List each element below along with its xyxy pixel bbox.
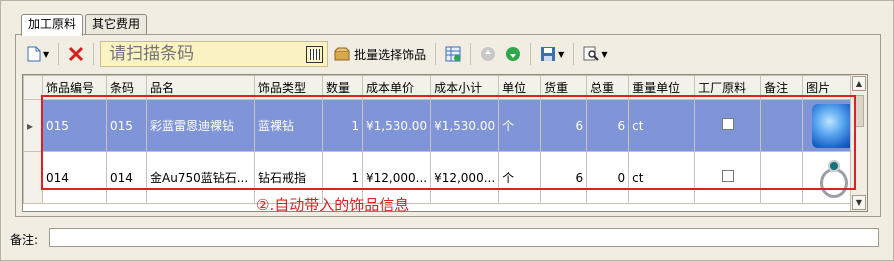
barcode-icon[interactable] [306,45,324,63]
arrow-down-circle-icon [506,47,521,61]
col-header[interactable]: 总重 [586,75,630,100]
separator [435,43,437,65]
cell-goods-weight[interactable]: 6 [540,99,588,152]
window: 加工原料 其它费用 ▼ 批量选择饰品 [0,0,894,261]
vertical-scrollbar[interactable]: ▲ ▼ [850,75,867,211]
separator [58,43,60,65]
barcode-input[interactable] [107,43,298,65]
search-icon [583,46,600,61]
cell-name[interactable]: 金Au750蓝钻石... [146,151,255,204]
batch-select-label: 批量选择饰品 [354,47,427,62]
tab-panel: ▼ 批量选择饰品 [15,34,881,217]
col-header[interactable]: 重量单位 [628,75,696,100]
cell-code[interactable]: 014 [42,151,107,204]
remark-input[interactable] [49,228,879,247]
chevron-down-icon[interactable]: ▼ [601,50,607,59]
col-header[interactable]: 成本小计 [430,75,500,100]
barcode-scan-field[interactable] [100,41,329,67]
table-row[interactable]: ▸ 015 015 彩蓝雷恩迪裸钻 蓝裸钻 1 ¥1,530.00 ¥1,530… [23,99,866,152]
cell-weight-unit[interactable]: ct [628,99,696,152]
row-indicator[interactable] [23,151,43,204]
items-grid: 饰品编号 条码 品名 饰品类型 数量 成本单价 成本小计 单位 货重 总重 重量… [22,74,868,212]
factory-material-checkbox[interactable] [721,118,734,130]
items-table: 饰品编号 条码 品名 饰品类型 数量 成本单价 成本小计 单位 货重 总重 重量… [23,75,866,204]
cell-unit[interactable]: 个 [498,151,542,204]
col-header[interactable]: 饰品类型 [254,75,323,100]
new-document-icon [27,46,41,62]
new-button[interactable]: ▼ [24,42,52,66]
row-header-corner [23,75,43,100]
scroll-down-icon[interactable]: ▼ [852,195,866,210]
cell-factory-material[interactable] [694,151,762,204]
export-button[interactable] [442,42,464,66]
chevron-down-icon[interactable]: ▼ [43,50,49,59]
cell-remark[interactable] [760,151,804,204]
annotation-text: ②.自动带入的饰品信息 [256,196,410,214]
cell-subtotal[interactable]: ¥1,530.00 [430,99,500,152]
arrow-up-circle-icon [481,47,496,61]
separator [530,43,532,65]
save-icon [541,47,556,61]
cell-barcode[interactable]: 015 [106,99,147,152]
separator [573,43,575,65]
cell-name[interactable]: 彩蓝雷恩迪裸钻 [146,99,255,152]
move-down-button[interactable] [502,42,524,66]
col-header[interactable]: 单位 [498,75,542,100]
separator [470,43,472,65]
cell-goods-weight[interactable]: 6 [540,151,588,204]
tab-other-expenses[interactable]: 其它费用 [85,14,148,35]
header-row: 饰品编号 条码 品名 饰品类型 数量 成本单价 成本小计 单位 货重 总重 重量… [23,75,866,100]
col-header[interactable]: 工厂原料 [694,75,762,100]
box-icon [334,47,350,61]
separator [93,43,95,65]
spreadsheet-icon [445,46,461,62]
tab-processing-materials[interactable]: 加工原料 [21,14,84,36]
col-header[interactable]: 数量 [322,75,363,100]
factory-material-checkbox[interactable] [721,170,734,182]
cell-weight-unit[interactable]: ct [628,151,696,204]
table-row[interactable]: 014 014 金Au750蓝钻石... 钻石戒指 1 ¥12,000... ¥… [23,151,866,204]
cell-remark[interactable] [760,99,804,152]
delete-x-icon [69,46,84,62]
cell-unit[interactable]: 个 [498,99,542,152]
col-header[interactable]: 条码 [106,75,147,100]
remark-label: 备注: [10,233,39,247]
tab-bar: 加工原料 其它费用 [21,14,149,36]
scroll-up-icon[interactable]: ▲ [852,76,866,91]
row-indicator-icon[interactable]: ▸ [23,99,43,152]
cell-factory-material[interactable] [694,99,762,152]
toolbar: ▼ 批量选择饰品 [24,39,630,69]
save-button[interactable]: ▼ [537,42,567,66]
cell-barcode[interactable]: 014 [106,151,147,204]
cell-subtotal[interactable]: ¥12,000... [430,151,500,204]
scroll-thumb[interactable] [854,95,864,127]
col-header[interactable]: 货重 [540,75,588,100]
cell-type[interactable]: 蓝裸钻 [254,99,323,152]
cell-total-weight[interactable]: 6 [586,99,630,152]
cell-code[interactable]: 015 [42,99,107,152]
cell-qty[interactable]: 1 [322,99,363,152]
search-button[interactable]: ▼ [580,42,610,66]
col-header[interactable]: 成本单价 [361,75,432,100]
col-header[interactable]: 饰品编号 [42,75,107,100]
cell-total-weight[interactable]: 0 [586,151,630,204]
batch-select-button[interactable]: 批量选择饰品 [331,42,429,66]
delete-button[interactable] [65,42,87,66]
cell-unit-cost[interactable]: ¥1,530.00 [361,99,432,152]
col-header[interactable]: 品名 [146,75,255,100]
col-header[interactable]: 备注 [760,75,804,100]
move-up-button[interactable] [477,42,499,66]
chevron-down-icon[interactable]: ▼ [558,50,564,59]
